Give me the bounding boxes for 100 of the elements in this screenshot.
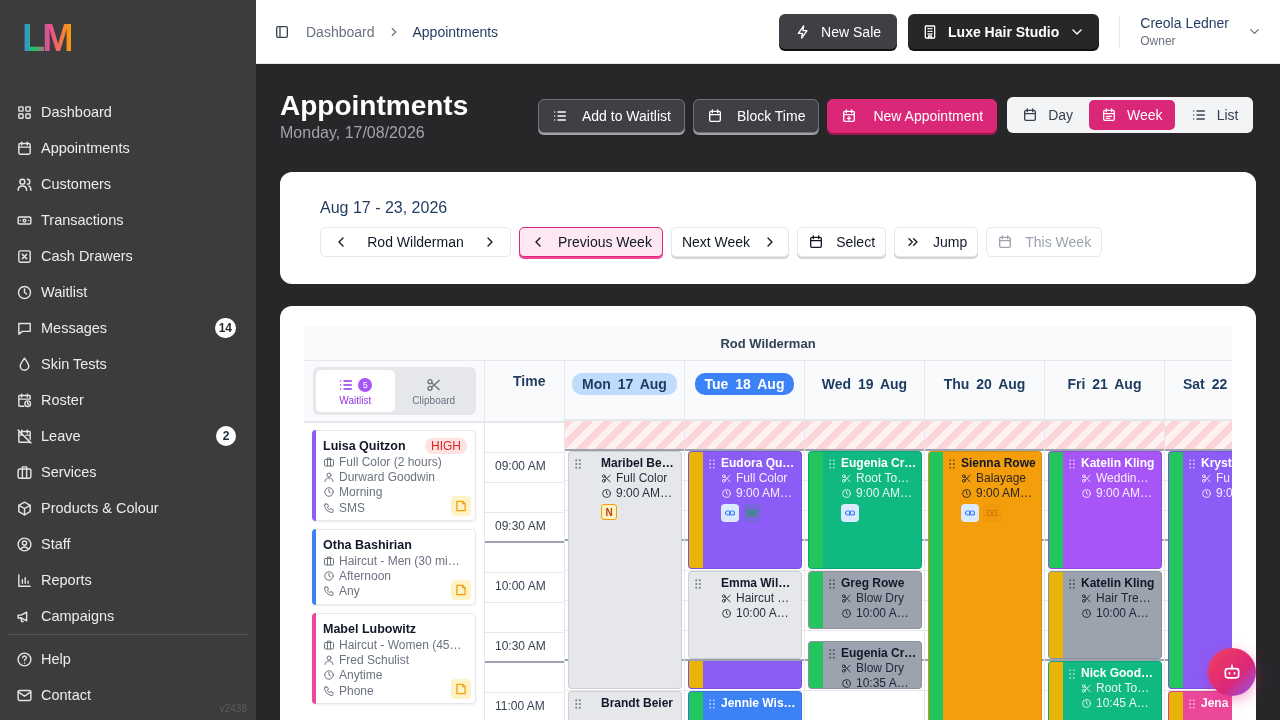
drag-handle-icon[interactable] xyxy=(575,699,581,709)
waitlist-detail: Haircut - Women (45… xyxy=(339,637,462,652)
week-nav-button[interactable]: Jump xyxy=(894,227,979,257)
time-label: 09:00 AM xyxy=(495,459,546,473)
appointment-time: 9:00 AM… xyxy=(736,486,793,501)
location-dropdown[interactable]: Luxe Hair Studio xyxy=(908,14,1100,49)
sidebar-item[interactable]: Roster xyxy=(8,382,248,418)
sidebar-item[interactable]: Waitlist xyxy=(8,274,248,310)
calendar-icon xyxy=(997,234,1014,250)
waitlist-detail: SMS xyxy=(339,500,365,515)
drag-handle-icon[interactable] xyxy=(829,459,835,469)
note-icon[interactable] xyxy=(451,580,471,601)
note-icon[interactable] xyxy=(451,496,471,517)
link-icon xyxy=(841,504,859,522)
drag-handle-icon[interactable] xyxy=(949,459,955,469)
new-sale-button[interactable]: New Sale xyxy=(779,14,898,49)
view-tab[interactable]: Day xyxy=(1010,100,1086,130)
appointment-card[interactable]: Jena xyxy=(1168,691,1232,720)
action-button[interactable]: Block Time xyxy=(692,99,820,133)
drag-handle-icon[interactable] xyxy=(829,649,835,659)
sidebar-item[interactable]: Contact xyxy=(8,677,204,713)
view-tab[interactable]: Week xyxy=(1089,100,1175,130)
appointment-card[interactable]: Kryst Fu 9:0 xyxy=(1168,451,1232,689)
user-menu[interactable]: Creola Ledner Owner xyxy=(1140,15,1239,48)
drag-handle-icon[interactable] xyxy=(1069,459,1075,469)
appointment-card[interactable]: Greg Rowe Blow Dry 10:00 A… xyxy=(808,571,922,629)
sidebar-item[interactable]: Help xyxy=(8,641,204,677)
clock-icon xyxy=(323,486,335,499)
time-label: 10:30 AM xyxy=(495,639,546,653)
scissors-icon xyxy=(1081,593,1092,604)
appointment-card-end[interactable] xyxy=(688,661,802,689)
service-name: Full Color xyxy=(616,471,668,486)
waitlist-card[interactable]: Otha Bashirian Haircut - Men (30 mi… Afternoon Any xyxy=(312,529,476,606)
week-nav-button[interactable]: Select xyxy=(797,227,887,257)
panel-tab[interactable]: Clipboard xyxy=(394,370,473,412)
drag-handle-icon[interactable] xyxy=(695,579,701,589)
appointment-card[interactable]: Emma Wil… Haircut … 10:00 A… xyxy=(688,571,802,659)
sidebar-item[interactable]: Leave 2 xyxy=(8,418,248,454)
appointment-card[interactable]: Sienna Rowe Balayage 9:00 AM… xyxy=(928,451,1042,720)
sidebar-item[interactable]: Cash Drawers xyxy=(8,238,248,274)
appointment-time: 9:00 AM… xyxy=(856,486,913,501)
sidebar-item[interactable]: Services xyxy=(8,454,248,490)
service-name: Blow Dry xyxy=(856,591,904,606)
robot-icon xyxy=(1222,662,1242,682)
panel-tab[interactable]: 5 Waitlist xyxy=(316,370,395,412)
calendar-clock-icon xyxy=(16,391,33,409)
calendar-icon xyxy=(1022,107,1039,123)
staff-selector[interactable]: Rod Wilderman xyxy=(320,227,511,257)
appointment-card[interactable]: Katelin Kling Weddin… 9:00 AM… xyxy=(1048,451,1162,569)
week-nav-button[interactable]: Previous Week xyxy=(519,227,663,257)
drag-handle-icon[interactable] xyxy=(709,459,715,469)
appointment-card[interactable]: Eugenia Cr… Blow Dry 10:35 A… xyxy=(808,641,922,689)
appointment-card[interactable]: Eudora Qu… Full Color 9:00 AM… xyxy=(688,451,802,569)
sidebar-item[interactable]: Staff xyxy=(8,526,248,562)
waitlist-detail: Haircut - Men (30 mi… xyxy=(339,553,460,568)
drag-handle-icon[interactable] xyxy=(1189,699,1195,709)
customer-name: Kryst xyxy=(1201,456,1232,471)
sidebar-item[interactable]: Campaigns xyxy=(8,598,248,634)
users-icon xyxy=(16,175,33,193)
calendar-icon xyxy=(808,234,825,250)
customer-name: Jena xyxy=(1201,696,1229,711)
waitlist-card[interactable]: Mabel Lubowitz Haircut - Women (45… Fred Schulist Anytime Phone xyxy=(312,613,476,705)
appointment-card[interactable]: Jennie Wis… xyxy=(688,691,802,720)
drag-handle-icon[interactable] xyxy=(1069,669,1075,679)
sidebar-item[interactable]: Transactions xyxy=(8,202,248,238)
calendar-icon xyxy=(1101,107,1118,123)
sidebar-item[interactable]: Reports xyxy=(8,562,248,598)
sidebar-item[interactable]: Products & Colour xyxy=(8,490,248,526)
waitlist-card[interactable]: Luisa Quitzon HIGH Full Color (2 hours) Durward Goodwin Morning SMS xyxy=(312,430,476,522)
briefcase-icon xyxy=(16,463,33,481)
action-button[interactable]: New Appointment xyxy=(827,99,998,133)
sidebar-item[interactable]: Appointments xyxy=(8,130,248,166)
action-button[interactable]: Add to Waitlist xyxy=(538,99,685,133)
drag-handle-icon[interactable] xyxy=(829,579,835,589)
drag-handle-icon[interactable] xyxy=(1189,459,1195,469)
note-icon[interactable] xyxy=(451,679,471,700)
view-tab[interactable]: List xyxy=(1178,100,1251,130)
scissors-icon xyxy=(601,473,612,484)
breadcrumb-link[interactable]: Dashboard xyxy=(306,23,375,40)
day-header[interactable]: Tue 18 Aug xyxy=(694,373,795,395)
day-header[interactable]: Mon 17 Aug xyxy=(572,373,677,395)
person-icon xyxy=(323,470,335,483)
appointment-card[interactable]: Brandt Beier xyxy=(568,691,682,720)
sidebar-item[interactable]: Customers xyxy=(8,166,248,202)
breadcrumb-link[interactable]: Appointments xyxy=(412,23,499,40)
drag-handle-icon[interactable] xyxy=(709,699,715,709)
appointment-card[interactable]: Katelin Kling Hair Tre… 10:00 A… xyxy=(1048,571,1162,659)
week-nav-button[interactable]: Next Week xyxy=(670,227,790,257)
appointment-time: 10:45 A… xyxy=(1096,696,1149,711)
phone-icon xyxy=(323,585,335,598)
sidebar-item[interactable]: Dashboard xyxy=(8,94,248,130)
customer-name: Nick Good… xyxy=(1081,666,1153,681)
sidebar-item[interactable]: Messages 14 xyxy=(8,310,248,346)
customer-name: Mabel Lubowitz xyxy=(323,621,417,636)
sidebar-item[interactable]: Skin Tests xyxy=(8,346,248,382)
user-circle-icon xyxy=(16,535,33,553)
service-name: Hair Tre… xyxy=(1096,591,1151,606)
drag-handle-icon[interactable] xyxy=(1069,579,1075,589)
drag-handle-icon[interactable] xyxy=(575,459,581,469)
appointment-card[interactable]: Maribel Be… Full Color 9:00 AM… N xyxy=(568,451,682,689)
